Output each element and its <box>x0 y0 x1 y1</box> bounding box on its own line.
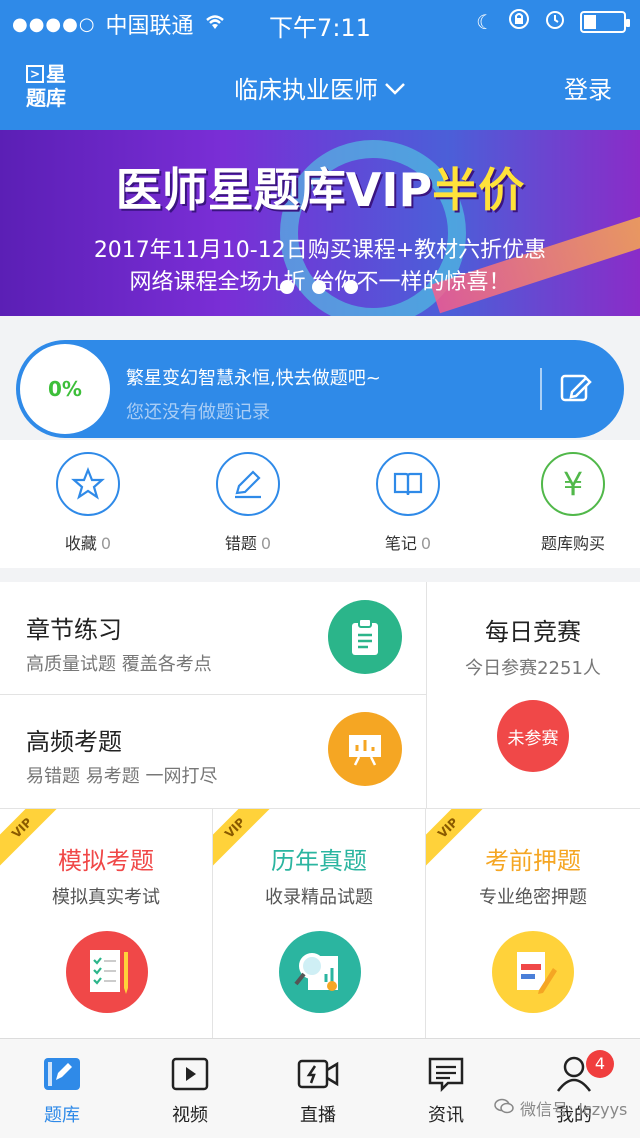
progress-card[interactable]: 0% 繁星变幻智慧永恒,快去做题吧~ 您还没有做题记录 <box>16 340 624 438</box>
live-camera-icon <box>296 1055 340 1093</box>
pencil-icon <box>216 452 280 516</box>
top-bar: ●●●●○ 中国联通 下午7:11 ☾ > 星 题库 临床执业医师 登录 <box>0 0 640 130</box>
document-pencil-icon <box>492 931 574 1013</box>
banner-pager[interactable] <box>280 280 358 294</box>
yen-icon: ¥ <box>541 452 605 516</box>
mistakes-action[interactable]: 错题 0 <box>188 452 308 554</box>
progress-subtext: 您还没有做题记录 <box>126 402 270 423</box>
notes-action[interactable]: 笔记 0 <box>348 452 468 554</box>
wechat-icon <box>494 1098 514 1118</box>
purchase-action[interactable]: ¥ 题库购买 <box>513 452 633 554</box>
pager-dot[interactable] <box>280 280 294 294</box>
alarm-icon <box>544 8 566 35</box>
tab-live[interactable]: 直播 <box>268 1055 368 1127</box>
practice-section: 章节练习 高质量试题 覆盖各考点 高频考题 易错题 易考题 一网打尽 每日竞赛 … <box>0 582 640 808</box>
moon-icon: ☾ <box>476 9 494 34</box>
vip-section: VIP 模拟考题 模拟真实考试 VIP 历年真题 收录精品试题 VIP 考前押题… <box>0 808 640 1039</box>
battery-icon <box>580 10 630 33</box>
edit-icon[interactable] <box>558 370 594 406</box>
past-exams-card[interactable]: VIP 历年真题 收录精品试题 <box>213 809 426 1039</box>
magnifier-chart-icon <box>279 931 361 1013</box>
exam-selector[interactable]: 临床执业医师 <box>0 70 640 105</box>
exam-title: 临床执业医师 <box>234 76 378 104</box>
frequent-questions[interactable]: 高频考题 易错题 易考题 一网打尽 <box>0 694 426 806</box>
progress-message: 繁星变幻智慧永恒,快去做题吧~ <box>126 368 381 389</box>
notification-badge: 4 <box>586 1050 614 1078</box>
chart-board-icon <box>328 712 402 786</box>
progress-circle: 0% <box>20 344 110 434</box>
quick-actions: 收藏 0 错题 0 笔记 0 ¥ 题库购买 <box>0 440 640 568</box>
clipboard-icon <box>328 600 402 674</box>
tab-question-bank[interactable]: 题库 <box>12 1055 112 1127</box>
star-icon <box>56 452 120 516</box>
mock-exam-card[interactable]: VIP 模拟考题 模拟真实考试 <box>0 809 213 1039</box>
news-chat-icon <box>424 1055 468 1093</box>
login-button[interactable]: 登录 <box>564 70 612 105</box>
tab-video[interactable]: 视频 <box>140 1055 240 1127</box>
divider <box>540 368 542 410</box>
checklist-icon <box>66 931 148 1013</box>
question-bank-icon <box>40 1055 84 1093</box>
book-icon <box>376 452 440 516</box>
tab-bar: 题库 视频 直播 资讯 我的 <box>0 1038 640 1138</box>
watermark: 微信号: lczyys <box>494 1096 627 1120</box>
predicted-exams-card[interactable]: VIP 考前押题 专业绝密押题 <box>426 809 640 1039</box>
promo-banner[interactable]: 医师星题库VIP半价 2017年11月10-12日购买课程+教材六折优惠 网络课… <box>0 130 640 316</box>
chapter-practice[interactable]: 章节练习 高质量试题 覆盖各考点 <box>0 582 426 694</box>
pager-dot[interactable] <box>312 280 326 294</box>
tab-news[interactable]: 资讯 <box>396 1055 496 1127</box>
pager-dot[interactable] <box>344 280 358 294</box>
banner-line1: 2017年11月10-12日购买课程+教材六折优惠 <box>93 238 547 263</box>
banner-title: 医师星题库VIP半价 <box>115 163 525 217</box>
status-bar: ●●●●○ 中国联通 下午7:11 ☾ <box>0 0 640 44</box>
favorites-action[interactable]: 收藏 0 <box>28 452 148 554</box>
video-icon <box>168 1055 212 1093</box>
chevron-down-icon <box>384 74 406 102</box>
app-header: > 星 题库 临床执业医师 登录 <box>0 44 640 130</box>
join-contest-button[interactable]: 未参赛 <box>497 700 569 772</box>
rotation-lock-icon <box>508 8 530 35</box>
